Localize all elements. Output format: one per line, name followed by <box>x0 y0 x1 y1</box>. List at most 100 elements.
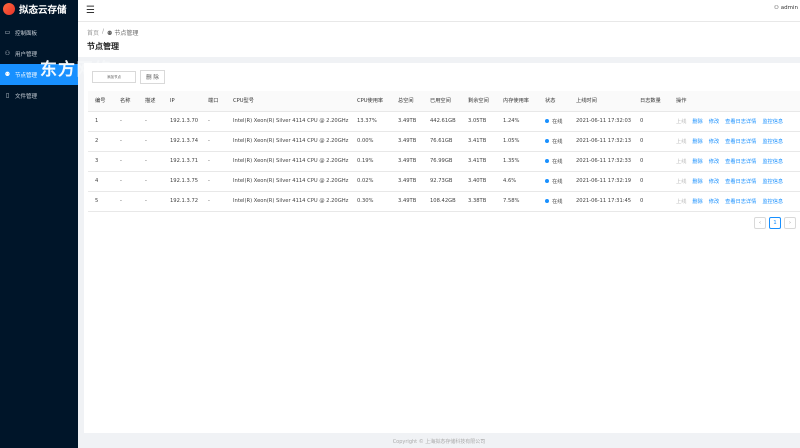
prev-page-button[interactable]: ‹ <box>754 217 766 229</box>
delete-button[interactable]: 删 除 <box>140 70 165 84</box>
table-cell: 0 <box>633 191 669 212</box>
page-title: 节点管理 <box>87 42 119 51</box>
table-cell: - <box>113 171 138 192</box>
sidebar-item-label: 用户管理 <box>15 51 38 58</box>
table-row: 3- -192.1.3.71- Intel(R) Xeon(R) Silver 41… <box>88 151 800 172</box>
edit-link[interactable]: 修改 <box>709 179 719 185</box>
table-cell: 2021-06-11 17:31:45 <box>569 191 633 212</box>
delete-link[interactable]: 删除 <box>692 179 702 185</box>
table-row: 4- -192.1.3.75- Intel(R) Xeon(R) Silver 41… <box>88 171 800 192</box>
delete-link[interactable]: 删除 <box>692 159 702 165</box>
table-row: 5- -192.1.3.72- Intel(R) Xeon(R) Silver 41… <box>88 191 800 212</box>
table-cell: 2021-06-11 17:32:19 <box>569 171 633 192</box>
column-header: 上线时间 <box>569 91 633 112</box>
table-cell: 2 <box>88 131 113 152</box>
page-header: 首页 / ⚉ 节点管理 节点管理 <box>78 22 800 57</box>
status-text: 在线 <box>552 118 563 125</box>
team-icon: ⚉ <box>4 71 11 78</box>
pagination: ‹ 1 › <box>754 217 796 229</box>
menu-fold-icon[interactable]: ☰ <box>86 5 95 16</box>
monitor-link[interactable]: 监控信息 <box>762 159 783 165</box>
table-cell: Intel(R) Xeon(R) Silver 4114 CPU @ 2.20G… <box>226 131 350 152</box>
page-1-button[interactable]: 1 <box>769 217 781 229</box>
edit-link[interactable]: 修改 <box>709 199 719 205</box>
breadcrumb-current: ⚉ 节点管理 <box>107 30 139 37</box>
table-row: 1- -192.1.3.70- Intel(R) Xeon(R) Silver 41… <box>88 111 800 132</box>
table-cell: 1 <box>88 111 113 132</box>
edit-link[interactable]: 修改 <box>709 119 719 125</box>
column-header: 已用空间 <box>423 91 461 112</box>
view-logs-link[interactable]: 查看日志详情 <box>725 159 756 165</box>
view-logs-link[interactable]: 查看日志详情 <box>725 179 756 185</box>
table-cell: 2021-06-11 17:32:03 <box>569 111 633 132</box>
edit-link[interactable]: 修改 <box>709 139 719 145</box>
user-icon: ⚇ <box>773 5 779 11</box>
column-header: 名称 <box>113 91 138 112</box>
logo[interactable]: 拟态云存储 <box>0 0 78 18</box>
table-header-row: 编号 名称 描述 IP 端口 CPU型号 CPU使用率 总空间 已用空间 剩余空间 内存使用率 状态上… <box>88 91 800 112</box>
table-cell: 108.42GB <box>423 191 461 212</box>
delete-link[interactable]: 删除 <box>692 199 702 205</box>
table-row: 2- -192.1.3.74- Intel(R) Xeon(R) Silver 41… <box>88 131 800 152</box>
table-cell: - <box>138 171 163 192</box>
table-cell: 0 <box>633 111 669 132</box>
column-header: 日志数量 <box>633 91 669 112</box>
user-menu[interactable]: ⚇ admin <box>774 5 798 11</box>
column-header: 剩余空间 <box>461 91 496 112</box>
table-cell: Intel(R) Xeon(R) Silver 4114 CPU @ 2.20G… <box>226 111 350 132</box>
sidebar-item-dashboard[interactable]: ▭ 控制面板 <box>0 22 78 43</box>
online-link[interactable]: 上线 <box>676 159 686 165</box>
table-cell: 1.35% <box>496 151 538 172</box>
edit-link[interactable]: 修改 <box>709 159 719 165</box>
online-link[interactable]: 上线 <box>676 139 686 145</box>
next-page-button[interactable]: › <box>784 217 796 229</box>
table-cell: - <box>201 191 226 212</box>
table-cell: 5 <box>88 191 113 212</box>
logo-icon <box>3 3 15 15</box>
view-logs-link[interactable]: 查看日志详情 <box>725 139 756 145</box>
actions-cell: 上线 删除 修改 查看日志详情 监控信息 <box>669 151 800 172</box>
actions-cell: 上线 删除 修改 查看日志详情 监控信息 <box>669 131 800 152</box>
column-header: 端口 <box>201 91 226 112</box>
table-cell: - <box>113 111 138 132</box>
online-link[interactable]: 上线 <box>676 179 686 185</box>
table-cell: 0 <box>633 171 669 192</box>
breadcrumb-home[interactable]: 首页 <box>87 28 99 37</box>
status-cell: 在线 <box>538 131 569 152</box>
monitor-link[interactable]: 监控信息 <box>762 179 783 185</box>
status-text: 在线 <box>552 198 563 205</box>
table-cell: 2021-06-11 17:32:33 <box>569 151 633 172</box>
table-cell: Intel(R) Xeon(R) Silver 4114 CPU @ 2.20G… <box>226 191 350 212</box>
monitor-link[interactable]: 监控信息 <box>762 199 783 205</box>
delete-link[interactable]: 删除 <box>692 139 702 145</box>
column-header: CPU型号 <box>226 91 350 112</box>
node-table: 编号 名称 描述 IP 端口 CPU型号 CPU使用率 总空间 已用空间 剩余空间 内存使用率 状态上… <box>88 91 800 212</box>
table-cell: 192.1.3.75 <box>163 171 201 192</box>
online-link[interactable]: 上线 <box>676 119 686 125</box>
monitor-link[interactable]: 监控信息 <box>762 139 783 145</box>
table-cell: 3.49TB <box>391 151 423 172</box>
online-link[interactable]: 上线 <box>676 199 686 205</box>
monitor-link[interactable]: 监控信息 <box>762 119 783 125</box>
actions-cell: 上线 删除 修改 查看日志详情 监控信息 <box>669 171 800 192</box>
footer: Copyright © 上海拟态存储科技有限公司 <box>78 436 800 448</box>
status-cell: 在线 <box>538 171 569 192</box>
table-cell: 192.1.3.72 <box>163 191 201 212</box>
file-icon: ▯ <box>5 92 10 99</box>
sidebar-item-files[interactable]: ▯ 文件管理 <box>0 85 78 106</box>
view-logs-link[interactable]: 查看日志详情 <box>725 119 756 125</box>
delete-link[interactable]: 删除 <box>692 119 702 125</box>
column-header: 内存使用率 <box>496 91 538 112</box>
table-cell: - <box>201 131 226 152</box>
view-logs-link[interactable]: 查看日志详情 <box>725 199 756 205</box>
table-cell: 192.1.3.70 <box>163 111 201 132</box>
table-cell: 13.37% <box>350 111 391 132</box>
team-icon: ⚉ <box>107 30 113 37</box>
column-header: 总空间 <box>391 91 423 112</box>
table-cell: 0.19% <box>350 151 391 172</box>
table-cell: 0 <box>633 131 669 152</box>
table-cell: 3.40TB <box>461 171 496 192</box>
table-cell: Intel(R) Xeon(R) Silver 4114 CPU @ 2.20G… <box>226 151 350 172</box>
add-node-button[interactable]: 添加节点 <box>92 71 136 83</box>
sidebar-item-label: 文件管理 <box>15 93 38 100</box>
